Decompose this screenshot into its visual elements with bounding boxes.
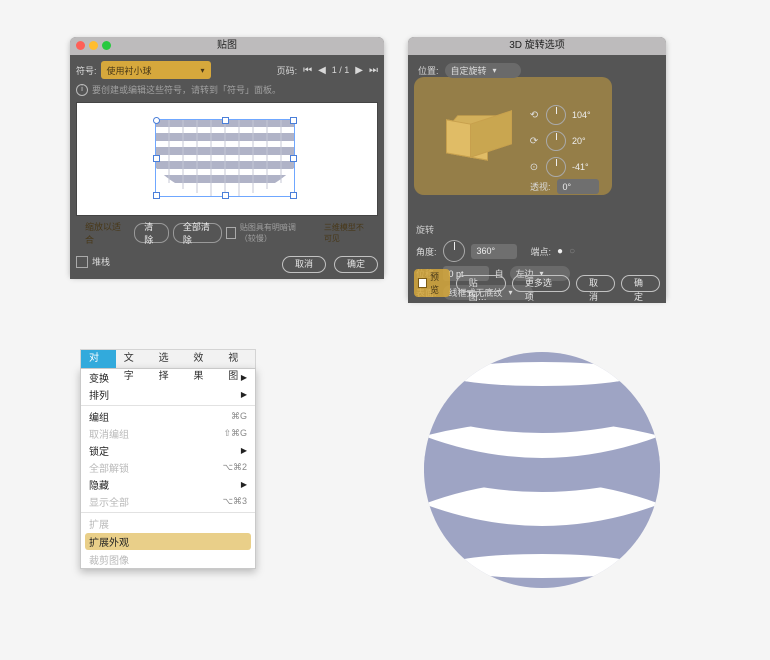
menu-item[interactable]: 扩展外观 xyxy=(85,533,251,550)
revolve-angle-dial[interactable] xyxy=(443,240,465,262)
menu-item[interactable]: 排列 xyxy=(81,386,255,403)
surface-pager-label: 页码: xyxy=(277,64,298,77)
perspective-label: 透视: xyxy=(530,180,551,193)
revolve-title: 3D 旋转选项 xyxy=(408,37,666,55)
map-art-title: 贴图 xyxy=(70,37,384,55)
menu-shortcut: ⌥⌘2 xyxy=(223,462,247,473)
menu-item-label: 扩展 xyxy=(89,516,109,531)
menu-item[interactable]: 隐藏 xyxy=(81,476,255,493)
menu-item: 全部解锁 ⌥⌘2 xyxy=(81,459,255,476)
menu-item-label: 隐藏 xyxy=(89,477,109,492)
stack-label: 堆栈 xyxy=(92,255,110,268)
preview-checkbox[interactable]: 预览 xyxy=(414,269,450,297)
menu-item-label: 全部解锁 xyxy=(89,460,129,475)
next-surface-icon[interactable]: ▶ xyxy=(355,65,363,76)
stack-checkbox[interactable] xyxy=(76,256,88,268)
surface-index: 1 / 1 xyxy=(332,65,350,75)
scale-to-fit-button[interactable]: 缩放以适合 xyxy=(76,224,130,242)
map-cancel-button[interactable]: 取消 xyxy=(282,256,326,273)
menu-item-label: 排列 xyxy=(89,387,109,402)
menu-item-label: 取消编组 xyxy=(89,426,129,441)
more-options-button[interactable]: 更多选项 xyxy=(512,275,570,292)
symbol-dropdown[interactable]: 使用衬小球 xyxy=(101,61,211,79)
menubar-item[interactable]: 文字 xyxy=(116,350,151,368)
position-label: 位置: xyxy=(418,64,439,77)
menu-item[interactable]: 锁定 xyxy=(81,442,255,459)
menu-item: 显示全部 ⌥⌘3 xyxy=(81,493,255,510)
perspective-input[interactable]: 0° xyxy=(557,179,599,194)
menu-item: 取消编组 ⇧⌘G xyxy=(81,425,255,442)
menu-separator xyxy=(81,512,255,513)
menubar-item[interactable]: 视图 xyxy=(220,350,255,368)
angle-label: 角度: xyxy=(416,245,437,258)
clear-all-button[interactable]: 全部清除 xyxy=(173,223,222,243)
menu-item-label: 扩展外观 xyxy=(89,534,129,549)
revolve-options-dialog: 3D 旋转选项 位置: 自定旋转 ⟲ 104° ⟳ xyxy=(408,37,666,299)
prev-surface-icon[interactable]: ◀ xyxy=(318,65,326,76)
menu-item-label: 锁定 xyxy=(89,443,109,458)
menubar[interactable]: 对象文字选择效果视图 xyxy=(80,349,256,368)
revolve-ok-button[interactable]: 确定 xyxy=(621,275,660,292)
title-text: 贴图 xyxy=(217,40,237,51)
last-surface-icon[interactable]: ⏭ xyxy=(369,65,378,76)
object-menu: 对象文字选择效果视图 变换排列编组⌘G取消编组⇧⌘G锁定全部解锁⌥⌘2隐藏显示全… xyxy=(80,349,256,569)
rotate-section-label: 旋转 xyxy=(416,223,658,236)
x-dial[interactable] xyxy=(546,105,566,125)
symbol-label: 符号: xyxy=(76,64,97,77)
z-dial[interactable] xyxy=(546,157,566,177)
zoom-icon[interactable] xyxy=(102,41,111,50)
map-art-button[interactable]: 贴图… xyxy=(456,275,506,292)
cap-on-radio[interactable]: ● xyxy=(557,246,563,257)
menu-shortcut: ⌘G xyxy=(231,411,247,422)
z-axis-icon: ⊙ xyxy=(528,162,540,173)
y-dial[interactable] xyxy=(546,131,566,151)
menu-item-label: 显示全部 xyxy=(89,494,129,509)
menu-item-label: 裁剪图像 xyxy=(89,552,129,567)
window-controls[interactable] xyxy=(76,41,111,50)
mapped-artwork[interactable] xyxy=(155,119,295,197)
minimize-icon[interactable] xyxy=(89,41,98,50)
menu-item: 扩展 xyxy=(81,515,255,532)
shade-artwork-checkbox[interactable] xyxy=(226,227,236,239)
y-angle[interactable]: 20° xyxy=(572,136,586,146)
map-art-canvas[interactable] xyxy=(76,102,378,216)
menu-item-label: 变换 xyxy=(89,370,109,385)
rotation-cube[interactable] xyxy=(430,107,516,185)
menu-item[interactable]: 编组 ⌘G xyxy=(81,408,255,425)
map-ok-button[interactable]: 确定 xyxy=(334,256,378,273)
menubar-item[interactable]: 效果 xyxy=(185,350,220,368)
result-sphere-artwork xyxy=(412,340,672,600)
rotation-dials: ⟲ 104° ⟳ 20° ⊙ -41° xyxy=(528,105,591,177)
x-angle[interactable]: 104° xyxy=(572,110,591,120)
revolve-cancel-button[interactable]: 取消 xyxy=(576,275,615,292)
first-surface-icon[interactable]: ⏮ xyxy=(303,65,312,76)
menubar-item[interactable]: 对象 xyxy=(81,350,116,368)
menu-shortcut: ⇧⌘G xyxy=(223,428,247,439)
map-art-dialog: 贴图 符号: 使用衬小球 页码: ⏮ ◀ 1 / 1 ▶ ⏭ i 要创建或编辑这… xyxy=(70,37,384,276)
clear-button[interactable]: 清除 xyxy=(134,223,169,243)
menu-shortcut: ⌥⌘3 xyxy=(223,496,247,507)
close-icon[interactable] xyxy=(76,41,85,50)
x-axis-icon: ⟲ xyxy=(528,110,540,121)
menubar-item[interactable]: 选择 xyxy=(151,350,186,368)
menu-item-label: 编组 xyxy=(89,409,109,424)
menu-item: 裁剪图像 xyxy=(81,551,255,568)
object-menu-dropdown[interactable]: 变换排列编组 ⌘G 取消编组 ⇧⌘G 锁定全部解锁 ⌥⌘2 隐藏显示全部 ⌥⌘3 扩展扩展外观裁… xyxy=(80,368,256,569)
menu-separator xyxy=(81,405,255,406)
y-axis-icon: ⟳ xyxy=(528,136,540,147)
z-angle[interactable]: -41° xyxy=(572,162,589,172)
revolve-angle-input[interactable]: 360° xyxy=(471,244,517,259)
info-icon: i xyxy=(76,84,88,96)
cap-label: 端点: xyxy=(531,245,552,258)
invisible-geometry-button[interactable]: 三维模型不可见 xyxy=(315,224,378,242)
cap-off-radio[interactable]: ○ xyxy=(569,246,575,257)
position-dropdown[interactable]: 自定旋转 xyxy=(445,63,521,78)
selection-bounds[interactable] xyxy=(155,119,295,197)
shade-artwork-label: 贴图具有明暗调（较慢） xyxy=(240,222,311,244)
symbol-hint: i 要创建或编辑这些符号，请转到「符号」面板。 xyxy=(76,81,378,100)
